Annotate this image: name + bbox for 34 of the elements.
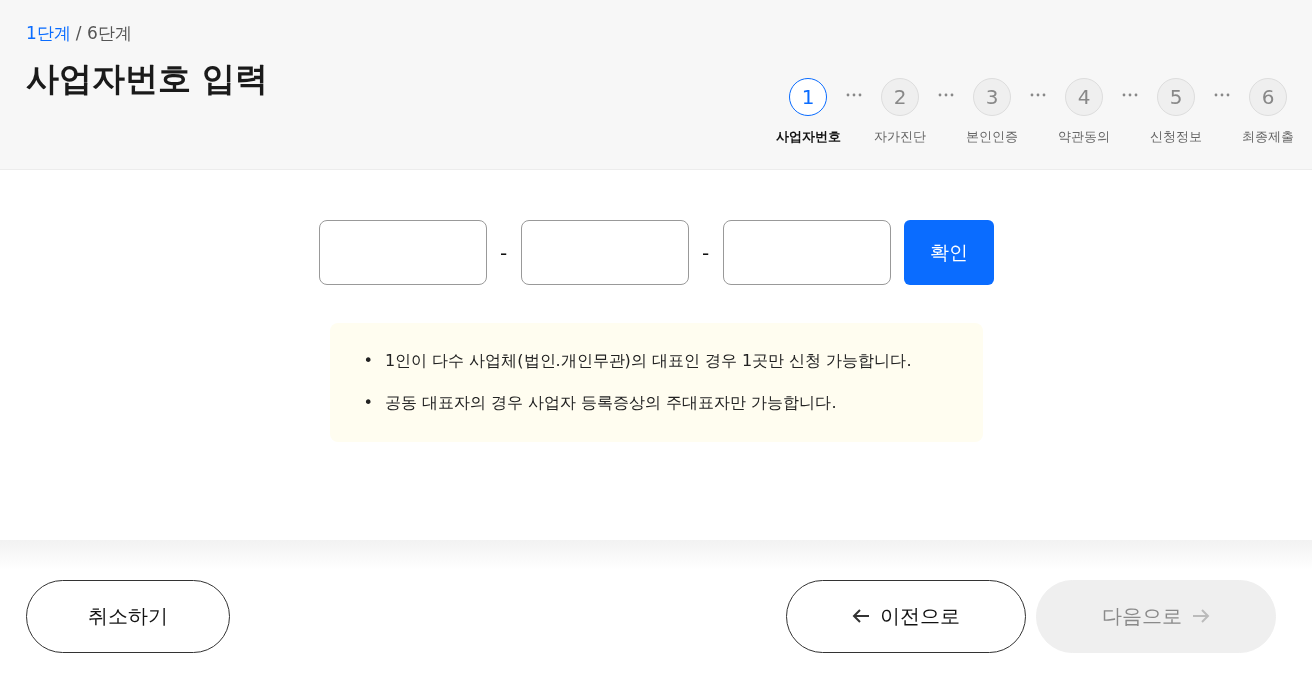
step-label: 본인인증 [966,128,1018,146]
dots-icon [1122,93,1138,97]
number-input-field[interactable] [318,220,487,285]
step-label: 약관동의 [1058,128,1110,146]
step-number: 2 [881,78,919,116]
number-input-field[interactable] [520,220,689,285]
step-label: 자가진단 [874,128,926,146]
number-input-field[interactable] [722,220,891,285]
separator-text: - [498,240,509,265]
step-number: 5 [1157,78,1195,116]
dots-icon [1214,93,1230,97]
step-label: 최종제출 [1242,128,1294,146]
dots-icon [1030,93,1046,97]
confirm-button[interactable]: 확인 [903,220,994,285]
step-number: 1 [789,78,827,116]
dots-icon [938,93,954,97]
step-number: 4 [1065,78,1103,116]
step-number: 6 [1249,78,1287,116]
page-title: 사업자번호 입력 [26,58,269,100]
bullet-text: • [363,392,373,414]
step-label: 사업자번호 [775,128,841,146]
total-steps-text: / 6단계 [75,22,132,45]
step-label: 신청정보 [1150,128,1202,146]
right-arrow-icon [1192,608,1210,624]
bullet-text: • [363,350,373,372]
left-arrow-icon [852,608,870,624]
step-number: 3 [973,78,1011,116]
separator-text: - [700,240,711,265]
previous-button[interactable]: 이전으로 [786,579,1026,653]
current-step-text: 1단계 [26,22,71,45]
notice-text: 공동 대표자의 경우 사업자 등록증상의 주대표자만 가능합니다. [384,392,837,414]
notice-text: 1인이 다수 사업체(법인.개인무관)의 대표인 경우 1곳만 신청 가능합니다. [384,350,912,372]
cancel-button[interactable]: 취소하기 [26,579,230,653]
dots-icon [846,93,862,97]
